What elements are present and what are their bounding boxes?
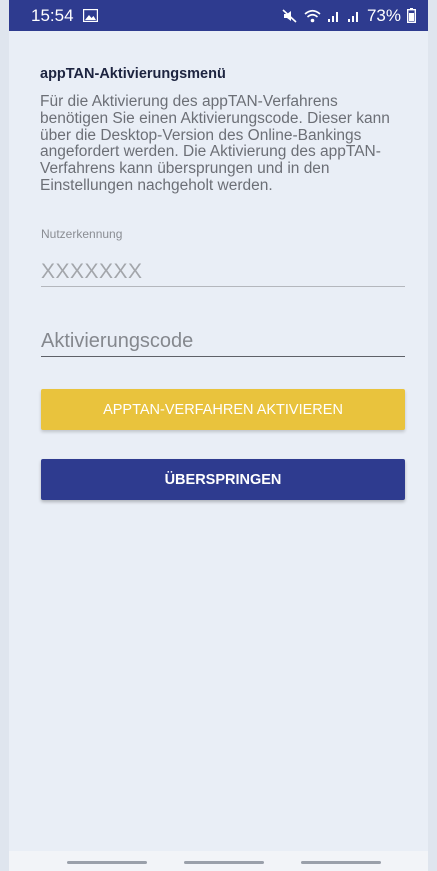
navigation-bar	[9, 851, 428, 871]
activate-apptan-button[interactable]: APPTAN-VERFAHREN AKTIVIEREN	[41, 389, 405, 430]
nav-home-handle[interactable]	[184, 861, 264, 864]
status-bar: 15:54 73%	[9, 0, 428, 31]
activation-code-input[interactable]	[41, 327, 405, 357]
signal-icon	[347, 9, 361, 23]
screen-edge-right	[428, 0, 437, 871]
activation-screen: appTAN-Aktivierungsmenü Für die Aktivier…	[9, 31, 428, 851]
phone-screen: 15:54 73% appTAN-Aktivierungsmenü Für di…	[0, 0, 437, 871]
skip-button[interactable]: ÜBERSPRINGEN	[41, 459, 405, 500]
status-time: 15:54	[31, 5, 74, 25]
screen-edge-left	[0, 0, 9, 871]
status-left: 15:54	[31, 6, 98, 26]
battery-percentage: 73%	[366, 5, 401, 25]
user-id-input[interactable]	[41, 257, 405, 287]
wifi-icon	[304, 9, 321, 23]
signal-icon	[327, 9, 341, 23]
activation-description: Für die Aktivierung des appTAN-Verfahren…	[40, 93, 390, 194]
mute-icon	[282, 8, 298, 23]
page-title: appTAN-Aktivierungsmenü	[40, 66, 226, 82]
nav-back-handle[interactable]	[301, 861, 381, 864]
status-right: 73%	[282, 6, 416, 26]
user-id-label: Nutzerkennung	[41, 227, 123, 241]
image-icon	[82, 9, 98, 22]
nav-recents-handle[interactable]	[67, 861, 147, 864]
battery-icon	[407, 8, 416, 23]
